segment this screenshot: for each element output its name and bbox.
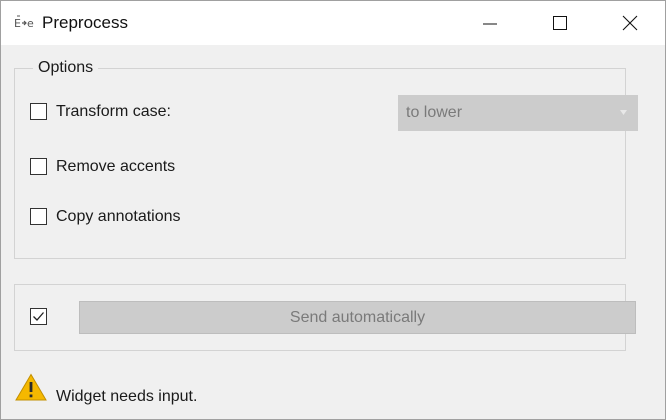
svg-text:e: e <box>27 17 34 30</box>
warning-icon <box>15 373 47 406</box>
remove-accents-checkbox[interactable] <box>30 158 47 175</box>
remove-accents-label[interactable]: Remove accents <box>56 158 175 176</box>
case-select-value: to lower <box>406 104 463 121</box>
svg-text:E: E <box>14 17 21 30</box>
copy-annotations-checkbox[interactable] <box>30 208 47 225</box>
transform-case-checkbox[interactable] <box>30 103 47 120</box>
preprocess-text-icon: E e <box>14 14 36 32</box>
send-automatically-button[interactable]: Send automatically <box>79 301 636 334</box>
window-title: Preprocess <box>42 13 128 32</box>
maximize-icon <box>553 16 567 30</box>
chevron-down-icon <box>620 110 627 115</box>
title-bar[interactable]: E e Preprocess <box>1 1 665 45</box>
checkmark-icon <box>33 312 44 321</box>
close-button[interactable] <box>607 1 653 45</box>
auto-send-checkbox[interactable] <box>30 308 47 325</box>
copy-annotations-label[interactable]: Copy annotations <box>56 208 181 226</box>
preprocess-window: E e Preprocess Options Transform case: t… <box>0 0 666 420</box>
transform-case-label[interactable]: Transform case: <box>56 103 171 121</box>
minimize-button[interactable] <box>467 1 513 45</box>
options-group-title: Options <box>33 59 99 77</box>
minimize-icon <box>483 23 497 25</box>
case-select[interactable]: to lower <box>398 95 638 131</box>
close-icon <box>622 15 638 31</box>
maximize-button[interactable] <box>537 1 583 45</box>
status-message: Widget needs input. <box>56 388 198 405</box>
